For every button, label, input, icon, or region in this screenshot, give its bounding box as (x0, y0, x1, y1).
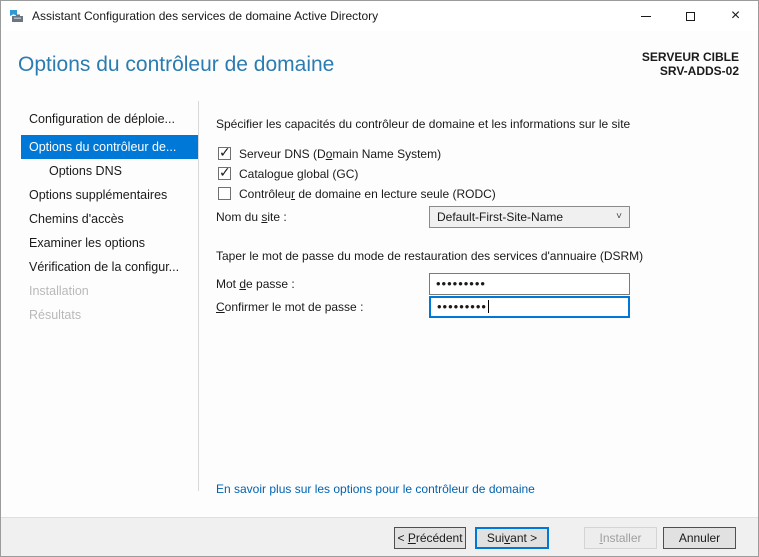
nav-item-paths[interactable]: Chemins d'accès (21, 207, 198, 231)
window-controls: × (623, 1, 758, 31)
previous-button[interactable]: < Précédent (394, 527, 466, 549)
footer-bar: < Précédent Suivant > Installer Annuler (1, 517, 758, 556)
wizard-window: Assistant Configuration des services de … (0, 0, 759, 557)
cancel-button[interactable]: Annuler (663, 527, 736, 549)
dns-server-label: Serveur DNS (Domain Name System) (239, 147, 442, 161)
confirm-password-label: Confirmer le mot de passe : (216, 300, 364, 314)
nav-item-installation: Installation (29, 284, 89, 298)
target-server-label: SERVEUR CIBLE (641, 50, 739, 64)
maximize-icon (686, 11, 695, 21)
window-title: Assistant Configuration des services de … (32, 9, 379, 23)
global-catalog-label: Catalogue global (GC) (239, 167, 359, 181)
site-name-dropdown[interactable]: Default-First-Site-Name ˅ (429, 206, 630, 228)
server-manager-icon (10, 10, 23, 22)
global-catalog-checkbox[interactable] (218, 164, 231, 181)
page-title: Options du contrôleur de domaine (18, 53, 335, 76)
nav-item-results: Résultats (29, 308, 82, 322)
nav-item-domain-controller-options[interactable]: Options du contrôleur de... (21, 135, 198, 159)
next-button[interactable]: Suivant > (475, 527, 549, 549)
rodc-checkbox[interactable] (218, 187, 231, 200)
nav-item-deployment-configuration[interactable]: Configuration de déploie... (21, 107, 198, 131)
site-name-label: Nom du site : (216, 210, 287, 224)
chevron-down-icon: ˅ (616, 211, 622, 222)
confirm-password-input[interactable]: ••••••••• (429, 296, 630, 318)
password-label: Mot de passe : (216, 277, 295, 291)
install-button[interactable]: Installer (584, 527, 657, 549)
nav-item-dns-options[interactable]: Options DNS (21, 159, 198, 183)
nav-item-additional-options[interactable]: Options supplémentaires (21, 183, 198, 207)
nav-item-review-options[interactable]: Examiner les options (21, 231, 198, 255)
checkbox-row-global-catalog: Catalogue global (GC) (218, 164, 359, 187)
nav-divider (198, 101, 199, 491)
checkbox-row-rodc: Contrôleur de domaine en lecture seule (… (218, 187, 496, 207)
site-name-value: Default-First-Site-Name (437, 210, 564, 224)
checkbox-row-dns-server: Serveur DNS (Domain Name System) (218, 144, 442, 167)
minimize-button[interactable] (623, 1, 668, 31)
dns-server-checkbox[interactable] (218, 144, 231, 161)
text-caret (487, 300, 489, 313)
rodc-label: Contrôleur de domaine en lecture seule (… (239, 187, 496, 201)
dsrm-heading: Taper le mot de passe du mode de restaur… (216, 249, 644, 263)
nav-item-prerequisites-check[interactable]: Vérification de la configur... (21, 255, 198, 279)
maximize-button[interactable] (668, 1, 713, 31)
learn-more-link[interactable]: En savoir plus sur les options pour le c… (216, 482, 535, 496)
target-server-name: SRV-ADDS-02 (659, 64, 739, 78)
target-server: SERVEUR CIBLE SRV-ADDS-02 (642, 50, 739, 78)
close-button[interactable]: × (713, 1, 758, 31)
close-icon: × (730, 7, 741, 24)
minimize-icon (640, 15, 651, 17)
password-input[interactable]: ••••••••• (429, 273, 630, 295)
titlebar: Assistant Configuration des services de … (1, 1, 758, 31)
capabilities-intro-text: Spécifier les capacités du contrôleur de… (216, 117, 631, 131)
